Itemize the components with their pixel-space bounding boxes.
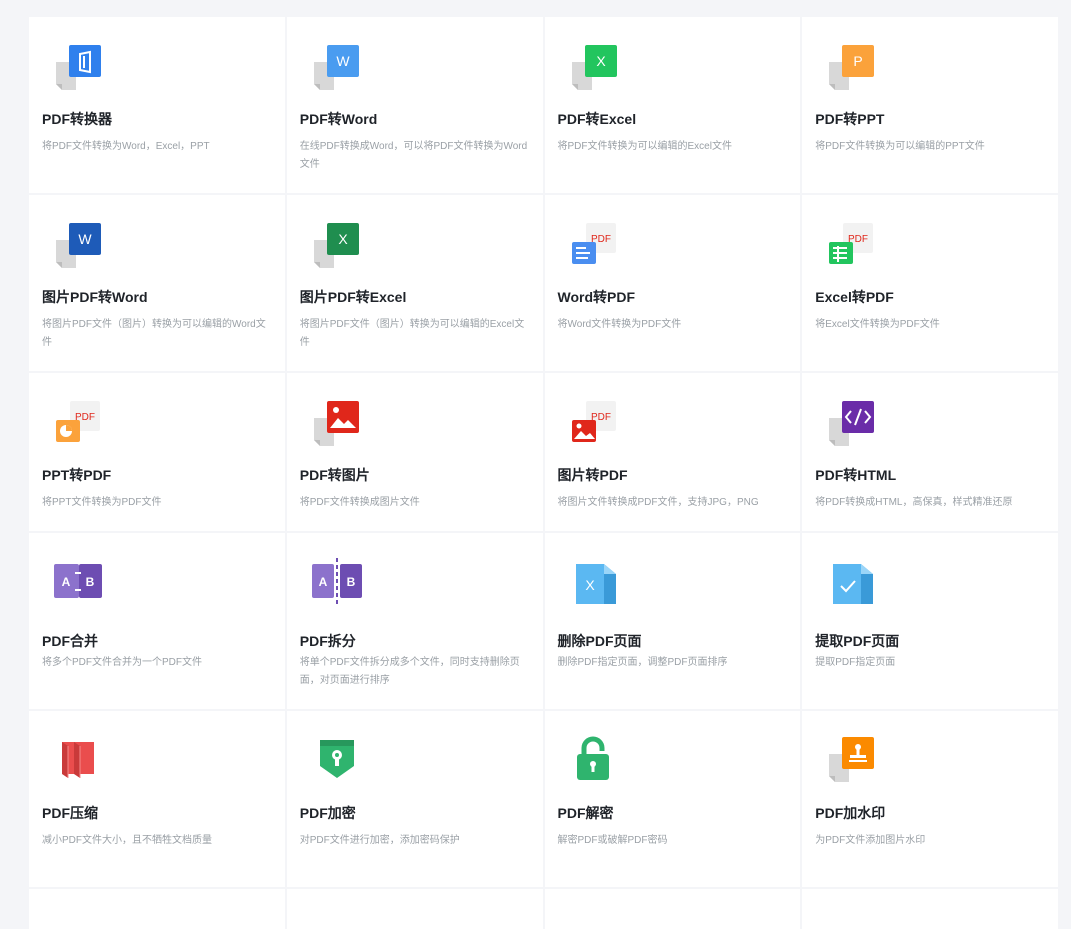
unlock-icon (576, 736, 609, 780)
excel-to-pdf-icon: PDF (829, 223, 874, 264)
tool-description: 为PDF文件添加图片水印 (815, 835, 926, 846)
tool-title: PDF转Word (299, 111, 378, 127)
tool-description: 减小PDF文件大小，且不牺牲文档质量 (42, 835, 212, 846)
word-doc-icon: W (313, 45, 359, 90)
tool-card-pdf-converter[interactable]: PDF转换器 将PDF文件转换为Word，Excel，PPT (29, 17, 285, 193)
tool-card-delete-pdf-page[interactable]: X 删除PDF页面 删除PDF指定页面，调整PDF页面排序 (544, 533, 801, 709)
tool-description: 将图片PDF文件（图片）转换为可以编辑的Excel文件 (299, 319, 525, 348)
svg-text:X: X (596, 53, 606, 69)
tool-title: 提取PDF页面 (815, 633, 900, 649)
tool-description: 将多个PDF文件合并为一个PDF文件 (42, 657, 202, 668)
split-icon: A B (311, 558, 362, 604)
tool-title: 图片转PDF (557, 467, 628, 483)
ppt-to-pdf-icon: PDF (56, 401, 100, 442)
tool-card-placeholder[interactable] (29, 889, 285, 929)
tool-description: 将PDF文件转换为可以编辑的PPT文件 (815, 141, 985, 152)
tool-card-pdf-to-ppt[interactable]: P PDF转PPT 将PDF文件转换为可以编辑的PPT文件 (802, 17, 1058, 193)
ppt-doc-icon: P (829, 45, 875, 90)
tool-card-pdf-split[interactable]: A B PDF拆分 将单个PDF文件拆分成多个文件，同时支持删除页面，对页面进行… (286, 533, 543, 709)
tool-title: 图片PDF转Excel (299, 289, 407, 305)
svg-text:A: A (62, 575, 71, 589)
tool-card-placeholder[interactable] (802, 889, 1058, 929)
tool-title: Excel转PDF (815, 289, 894, 305)
tool-card-pdf-to-image[interactable]: PDF转图片 将PDF文件转换成图片文件 (286, 373, 543, 531)
tool-card-image-pdf-to-word[interactable]: W 图片PDF转Word 将图片PDF文件（图片）转换为可以编辑的Word文件 (29, 195, 285, 371)
tool-title: PDF加水印 (815, 805, 886, 821)
svg-text:W: W (78, 231, 92, 247)
tool-title: 图片PDF转Word (42, 289, 148, 305)
merge-icon: A B (54, 564, 102, 598)
tool-card-ppt-to-pdf[interactable]: PDF PPT转PDF 将PPT文件转换为PDF文件 (29, 373, 285, 531)
office-convert-icon (56, 45, 101, 90)
tool-description: 将图片PDF文件（图片）转换为可以编辑的Word文件 (42, 319, 266, 348)
stamp-icon (829, 737, 875, 782)
tool-title: PDF转换器 (42, 111, 112, 127)
tool-description: 将Word文件转换为PDF文件 (557, 319, 682, 330)
tool-title: PDF解密 (557, 805, 614, 821)
tool-title: PDF转Excel (557, 111, 637, 127)
tool-description: 将Excel文件转换为PDF文件 (815, 319, 940, 330)
code-icon (829, 401, 875, 446)
tool-description: 将PDF文件转换为可以编辑的Excel文件 (557, 141, 732, 152)
tool-title: PDF压缩 (42, 805, 98, 821)
svg-text:W: W (336, 53, 350, 69)
tool-card-pdf-merge[interactable]: A B PDF合并 将多个PDF文件合并为一个PDF文件 (29, 533, 285, 709)
tool-description: 将PPT文件转换为PDF文件 (42, 497, 162, 508)
delete-page-icon: X (575, 564, 616, 604)
tool-title: PDF转图片 (299, 467, 370, 483)
tool-description: 在线PDF转换成Word，可以将PDF文件转换为Word文件 (299, 141, 528, 170)
tool-title: PDF转HTML (815, 467, 897, 483)
tool-card-placeholder[interactable] (544, 889, 801, 929)
word-to-pdf-icon: PDF (571, 223, 616, 264)
svg-text:B: B (86, 575, 95, 589)
tool-card-pdf-watermark[interactable]: PDF加水印 为PDF文件添加图片水印 (802, 711, 1058, 887)
tool-title: Word转PDF (557, 289, 636, 305)
tool-description: 将PDF转换成HTML，高保真，样式精准还原 (815, 497, 1013, 508)
image-to-pdf-icon: PDF (571, 401, 616, 442)
svg-text:X: X (585, 577, 595, 593)
tool-card-pdf-to-html[interactable]: PDF转HTML 将PDF转换成HTML，高保真，样式精准还原 (802, 373, 1058, 531)
tool-card-extract-pdf-page[interactable]: 提取PDF页面 提取PDF指定页面 (802, 533, 1058, 709)
tool-card-pdf-compress[interactable]: PDF压缩 减小PDF文件大小，且不牺牲文档质量 (29, 711, 285, 887)
tool-title: PPT转PDF (42, 467, 112, 483)
tool-card-image-pdf-to-excel[interactable]: X 图片PDF转Excel 将图片PDF文件（图片）转换为可以编辑的Excel文… (286, 195, 543, 371)
image-to-excel-icon: X (313, 223, 359, 268)
tool-title: 删除PDF页面 (557, 633, 642, 649)
shield-lock-icon (319, 740, 354, 778)
tool-description: 删除PDF指定页面，调整PDF页面排序 (557, 657, 728, 668)
pdf-to-image-icon (313, 401, 359, 446)
tool-card-placeholder[interactable] (286, 889, 543, 929)
tool-title: PDF拆分 (299, 633, 356, 649)
svg-text:B: B (346, 575, 355, 589)
tool-description: 对PDF文件进行加密，添加密码保护 (299, 835, 460, 846)
tool-description: 解密PDF或破解PDF密码 (557, 835, 668, 846)
tool-description: 将图片文件转换成PDF文件，支持JPG，PNG (557, 497, 759, 508)
svg-text:A: A (318, 575, 327, 589)
compress-icon (62, 742, 94, 778)
tool-card-pdf-encrypt[interactable]: PDF加密 对PDF文件进行加密，添加密码保护 (286, 711, 543, 887)
tool-card-excel-to-pdf[interactable]: PDF Excel转PDF 将Excel文件转换为PDF文件 (802, 195, 1058, 371)
svg-text:X: X (338, 231, 348, 247)
excel-doc-icon: X (571, 45, 617, 90)
tool-grid: PDF转换器 将PDF文件转换为Word，Excel，PPT W PDF转Wor… (29, 17, 1058, 929)
tool-description: 提取PDF指定页面 (815, 657, 896, 668)
tool-card-pdf-to-word[interactable]: W PDF转Word 在线PDF转换成Word，可以将PDF文件转换为Word文… (286, 17, 543, 193)
tool-description: 将单个PDF文件拆分成多个文件，同时支持删除页面，对页面进行排序 (299, 657, 520, 686)
tool-title: PDF合并 (42, 633, 98, 649)
tool-card-pdf-to-excel[interactable]: X PDF转Excel 将PDF文件转换为可以编辑的Excel文件 (544, 17, 801, 193)
svg-text:P: P (854, 53, 863, 69)
tool-card-word-to-pdf[interactable]: PDF Word转PDF 将Word文件转换为PDF文件 (544, 195, 801, 371)
tool-title: PDF加密 (299, 805, 356, 821)
tool-description: 将PDF文件转换为Word，Excel，PPT (42, 141, 210, 152)
extract-page-icon (833, 564, 874, 604)
tool-card-pdf-decrypt[interactable]: PDF解密 解密PDF或破解PDF密码 (544, 711, 801, 887)
image-to-word-icon: W (56, 223, 101, 268)
tool-description: 将PDF文件转换成图片文件 (299, 497, 420, 508)
tool-card-image-to-pdf[interactable]: PDF 图片转PDF 将图片文件转换成PDF文件，支持JPG，PNG (544, 373, 801, 531)
tool-title: PDF转PPT (815, 111, 885, 127)
